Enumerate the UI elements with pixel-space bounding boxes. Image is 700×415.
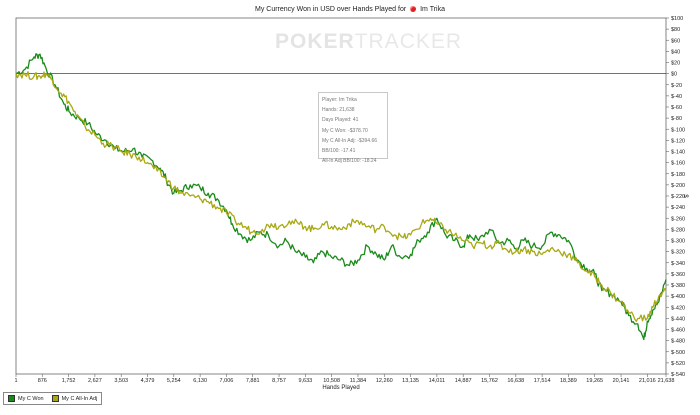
y-tick-label: $-520	[671, 361, 685, 367]
line-chart: $100 $80 $60 $40 $20 $0 $-20 $-40 $-60 $-80 $-100 $…	[14, 16, 688, 391]
x-tick-label: 13,135	[402, 378, 419, 384]
x-tick-label: 3,503	[114, 378, 128, 384]
y-tick-label: $60	[671, 38, 680, 44]
y-tick-label: $-60	[671, 105, 682, 111]
stats-info-box: Player: Im Trika Hands: 21,638 Days Play…	[318, 92, 388, 164]
y-tick-label: $-120	[671, 138, 685, 144]
y-tick-label: $-140	[671, 150, 685, 156]
info-won: My C Won: -$378.70	[322, 127, 368, 134]
x-tick-label: 18,389	[560, 378, 577, 384]
info-allin: My C All-In Adj: -$394.66	[322, 137, 378, 144]
y-tick-label: $-200	[671, 183, 685, 189]
x-tick-label: 12,260	[376, 378, 393, 384]
y-tick-label: $-460	[671, 328, 685, 334]
info-days: Days Played: 41	[322, 117, 359, 124]
y-tick-label: $-180	[671, 172, 685, 178]
y-tick-label: $-40	[671, 94, 682, 100]
x-tick-label: 1	[14, 378, 17, 384]
x-tick-label: 7,881	[246, 378, 260, 384]
x-tick-label: 10,508	[323, 378, 340, 384]
y-tick-label: $100	[671, 16, 683, 22]
x-tick-label: 876	[38, 378, 47, 384]
y-tick-label: $-420	[671, 305, 685, 311]
legend-label-allin: My C All-In Adj	[61, 395, 98, 402]
x-tick-label: 19,265	[586, 378, 603, 384]
y-tick-label: $0	[671, 72, 677, 78]
y-tick-label: $-300	[671, 239, 685, 245]
y-tick-label: $-360	[671, 272, 685, 278]
y-tick-label: $-400	[671, 294, 685, 300]
y-tick-label: $-320	[671, 250, 685, 256]
x-tick-label: 14,887	[455, 378, 472, 384]
x-tick-label: 15,762	[481, 378, 498, 384]
x-tick-label: 20,141	[613, 378, 630, 384]
y-tick-label: $-500	[671, 350, 685, 356]
info-player: Player: Im Trika	[322, 97, 357, 103]
x-tick-label: 21,638	[658, 378, 675, 384]
y-tick-label: $-380	[671, 283, 685, 289]
x-tick-label: 8,757	[272, 378, 286, 384]
y-tick-label: $80	[671, 27, 680, 33]
x-tick-label: 4,379	[141, 378, 155, 384]
x-tick-label: 5,254	[167, 378, 181, 384]
x-tick-label: 16,638	[507, 378, 524, 384]
y-tick-label: $-100	[671, 127, 685, 133]
plot-area-border	[15, 17, 667, 375]
x-tick-label: 17,514	[534, 378, 551, 384]
x-tick-label: 7,006	[220, 378, 234, 384]
y-tick-label: $-80	[671, 116, 682, 122]
y-tick-label: $-480	[671, 339, 685, 345]
legend-label-won: My C Won	[18, 395, 44, 402]
y-tick-label: $-160	[671, 161, 685, 167]
chart-legend: My C Won My C All-In Adj	[3, 392, 103, 405]
x-tick-label: 21,016	[639, 378, 656, 384]
x-tick-label: 2,627	[88, 378, 102, 384]
legend-swatch-allin	[51, 395, 59, 402]
legend-item-won[interactable]: My C Won	[8, 395, 44, 402]
y-tick-label: $-20	[671, 83, 682, 89]
info-hands: Hands: 21,638	[322, 107, 355, 114]
x-axis-label: Hands Played	[322, 385, 359, 391]
y-tick-label: $-340	[671, 261, 685, 267]
y-tick-label: $40	[671, 49, 680, 55]
x-tick-label: 1,752	[62, 378, 76, 384]
x-tick-label: 9,633	[298, 378, 312, 384]
y-tick-label: $-260	[671, 216, 685, 222]
y-tick-label: $-240	[671, 205, 685, 211]
y-tick-label: $-440	[671, 316, 685, 322]
x-tick-label: 14,011	[429, 378, 445, 384]
x-tick-label: 11,384	[350, 378, 366, 384]
legend-item-allin[interactable]: My C All-In Adj	[51, 395, 98, 402]
legend-swatch-won	[8, 395, 15, 402]
x-tick-label: 6,130	[193, 378, 207, 384]
y-tick-label: $20	[671, 61, 680, 67]
info-bb100: BB/100: -17.41	[322, 148, 356, 155]
info-allin-bb100: All-In Adj BB/100: -18.24	[322, 158, 377, 165]
y-tick-label: $-280	[671, 227, 685, 233]
